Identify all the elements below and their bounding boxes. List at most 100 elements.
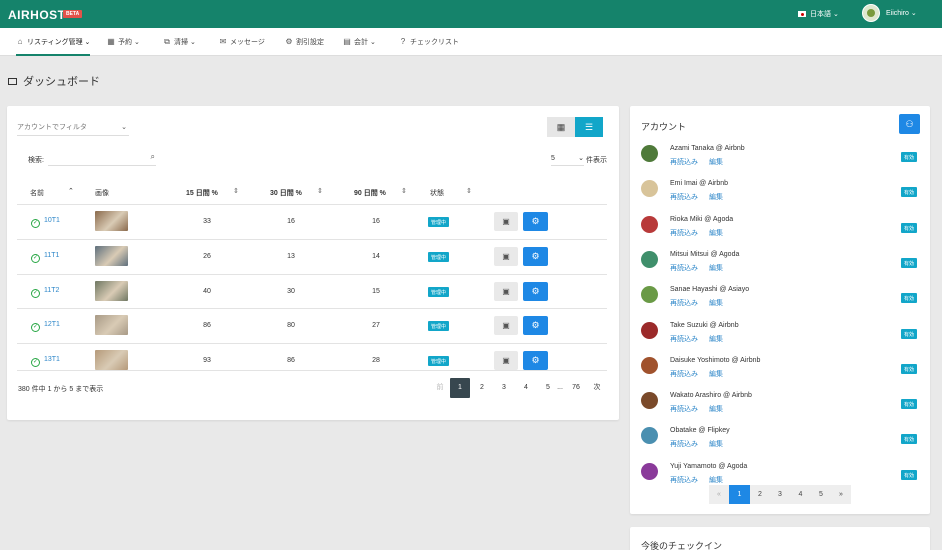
grid-view-button[interactable]: ▦ bbox=[547, 117, 575, 137]
divider bbox=[17, 239, 607, 240]
accounts-pagination-page[interactable]: 5 bbox=[811, 485, 831, 504]
edit-link[interactable]: 編集 bbox=[709, 475, 723, 485]
image-icon: ▣ bbox=[502, 287, 510, 296]
settings-button[interactable]: ⚙ bbox=[523, 351, 548, 370]
listing-link[interactable]: ✓ 12T1 bbox=[31, 321, 60, 332]
column-header-15days[interactable]: 15 日間 % bbox=[186, 188, 218, 198]
pagination-page[interactable]: 5 bbox=[541, 378, 555, 398]
account-avatar bbox=[641, 357, 658, 374]
accounts-pagination-page[interactable]: 3 bbox=[770, 485, 790, 504]
accounts-pagination-next[interactable]: » bbox=[831, 485, 851, 504]
accounts-pagination-page[interactable]: 2 bbox=[750, 485, 770, 504]
sort-asc-icon[interactable]: ⌃ bbox=[68, 187, 74, 195]
brand-logo[interactable]: AIRHOST bbox=[8, 8, 66, 22]
reload-link[interactable]: 再読込み bbox=[670, 298, 698, 308]
status-badge: 管理中 bbox=[428, 217, 450, 227]
calendar-icon: ▦ bbox=[107, 37, 115, 46]
pct-90: 27 bbox=[372, 322, 380, 329]
listing-link[interactable]: ✓ 11T2 bbox=[31, 287, 59, 298]
search-input[interactable]: ⌕ bbox=[48, 151, 156, 166]
edit-link[interactable]: 編集 bbox=[709, 334, 723, 344]
edit-link[interactable]: 編集 bbox=[709, 404, 723, 414]
reload-link[interactable]: 再読込み bbox=[670, 228, 698, 238]
edit-link[interactable]: 編集 bbox=[709, 298, 723, 308]
account-name: Azami Tanaka @ Airbnb bbox=[670, 145, 745, 152]
user-menu[interactable]: Eiichiro ⌄ bbox=[862, 4, 917, 22]
image-button[interactable]: ▣ bbox=[494, 247, 518, 266]
listing-thumbnail[interactable] bbox=[95, 211, 128, 231]
edit-link[interactable]: 編集 bbox=[709, 369, 723, 379]
add-account-button[interactable]: ⚇ bbox=[899, 114, 920, 134]
account-name: Sanae Hayashi @ Asiayo bbox=[670, 286, 750, 293]
image-button[interactable]: ▣ bbox=[494, 282, 518, 301]
listing-thumbnail[interactable] bbox=[95, 281, 128, 301]
sort-icon[interactable]: ⇕ bbox=[233, 187, 239, 195]
sort-icon[interactable]: ⇕ bbox=[466, 187, 472, 195]
edit-link[interactable]: 編集 bbox=[709, 157, 723, 167]
edit-link[interactable]: 編集 bbox=[709, 228, 723, 238]
accounts-pagination-page[interactable]: 1 bbox=[729, 485, 750, 504]
nav-messages[interactable]: ✉ メッセージ bbox=[219, 28, 265, 56]
listing-thumbnail[interactable] bbox=[95, 350, 128, 370]
language-selector[interactable]: 日本語 ⌄ bbox=[798, 9, 839, 19]
edit-link[interactable]: 編集 bbox=[709, 192, 723, 202]
accounts-pagination-prev[interactable]: « bbox=[709, 485, 729, 504]
reload-link[interactable]: 再読込み bbox=[670, 404, 698, 414]
settings-button[interactable]: ⚙ bbox=[523, 212, 548, 231]
sort-icon[interactable]: ⇕ bbox=[317, 187, 323, 195]
image-icon: ▣ bbox=[502, 356, 510, 365]
listing-thumbnail[interactable] bbox=[95, 246, 128, 266]
home-icon: ⌂ bbox=[17, 37, 23, 46]
accounts-pagination-page[interactable]: 4 bbox=[790, 485, 811, 504]
column-header-30days[interactable]: 30 日間 % bbox=[270, 188, 302, 198]
status-badge: 有効 bbox=[901, 223, 918, 233]
pagination-page[interactable]: 3 bbox=[497, 378, 511, 398]
pct-15: 40 bbox=[203, 288, 211, 295]
settings-button[interactable]: ⚙ bbox=[523, 282, 548, 301]
listing-link[interactable]: ✓ 10T1 bbox=[31, 217, 60, 228]
image-button[interactable]: ▣ bbox=[494, 212, 518, 231]
account-filter-select[interactable]: アカウントでフィルタ ⌄ bbox=[17, 120, 129, 136]
monitor-icon bbox=[8, 78, 17, 85]
reload-link[interactable]: 再読込み bbox=[670, 334, 698, 344]
gear-icon: ⚙ bbox=[285, 37, 293, 46]
column-header-name[interactable]: 名前 bbox=[30, 188, 44, 198]
reload-link[interactable]: 再読込み bbox=[670, 263, 698, 273]
listing-link[interactable]: ✓ 11T1 bbox=[31, 252, 59, 263]
nav-checklist[interactable]: ? チェックリスト bbox=[399, 28, 459, 56]
nav-cleaning[interactable]: ⧉ 清掃 ⌄ bbox=[163, 28, 196, 56]
pagination-page[interactable]: 2 bbox=[475, 378, 489, 398]
reload-link[interactable]: 再読込み bbox=[670, 439, 698, 449]
pagination-page[interactable]: 4 bbox=[519, 378, 533, 398]
column-header-status[interactable]: 状態 bbox=[430, 188, 444, 198]
reload-link[interactable]: 再読込み bbox=[670, 157, 698, 167]
settings-button[interactable]: ⚙ bbox=[523, 247, 548, 266]
gear-icon: ⚙ bbox=[531, 216, 540, 226]
nav-reservations[interactable]: ▦ 予約 ⌄ bbox=[107, 28, 140, 56]
reload-link[interactable]: 再読込み bbox=[670, 475, 698, 485]
nav-discounts[interactable]: ⚙ 割引設定 bbox=[285, 28, 324, 56]
nav-listing-management[interactable]: ⌂ リスティング管理 ⌄ bbox=[16, 28, 91, 56]
pagination-page[interactable]: 76 bbox=[567, 378, 585, 398]
column-header-90days[interactable]: 90 日間 % bbox=[354, 188, 386, 198]
listing-link[interactable]: ✓ 13T1 bbox=[31, 356, 60, 367]
nav-accounting[interactable]: ▤ 会計 ⌄ bbox=[343, 28, 376, 56]
pagination-page[interactable]: 1 bbox=[450, 378, 470, 398]
sort-icon[interactable]: ⇕ bbox=[401, 187, 407, 195]
image-button[interactable]: ▣ bbox=[494, 316, 518, 335]
list-view-button[interactable]: ☰ bbox=[575, 117, 603, 137]
reload-link[interactable]: 再読込み bbox=[670, 192, 698, 202]
page-size-select[interactable]: 5 ⌄ bbox=[551, 151, 584, 166]
pagination-ellipsis: ... bbox=[557, 384, 563, 391]
image-button[interactable]: ▣ bbox=[494, 351, 518, 370]
reload-link[interactable]: 再読込み bbox=[670, 369, 698, 379]
page-size-label: 件表示 bbox=[586, 157, 607, 164]
edit-link[interactable]: 編集 bbox=[709, 439, 723, 449]
listing-thumbnail[interactable] bbox=[95, 315, 128, 335]
pct-15: 93 bbox=[203, 357, 211, 364]
pagination-prev[interactable]: 前 bbox=[433, 378, 447, 398]
settings-button[interactable]: ⚙ bbox=[523, 316, 548, 335]
edit-link[interactable]: 編集 bbox=[709, 263, 723, 273]
pagination-next[interactable]: 次 bbox=[590, 378, 604, 398]
divider bbox=[17, 343, 607, 344]
